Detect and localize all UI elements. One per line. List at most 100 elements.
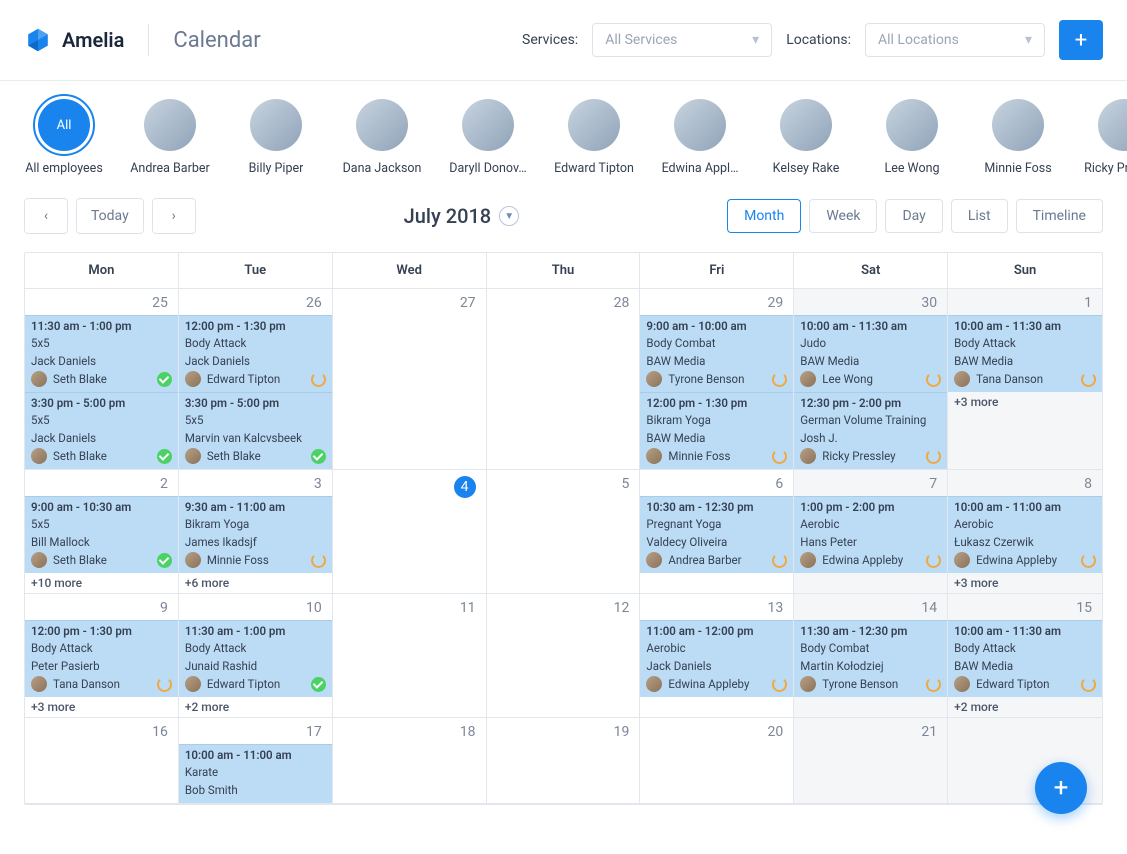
today-button[interactable]: Today — [76, 198, 144, 234]
more-link[interactable]: +3 more — [948, 392, 1102, 412]
calendar-cell[interactable]: 16 — [25, 718, 179, 804]
appointment[interactable]: 10:00 am - 11:30 amBody AttackBAW MediaE… — [948, 620, 1102, 697]
appointment[interactable]: 12:00 pm - 1:30 pmBody AttackPeter Pasie… — [25, 620, 178, 697]
more-link[interactable]: +3 more — [948, 573, 1102, 593]
fab-add-button[interactable]: + — [1035, 762, 1087, 814]
sync-icon — [772, 677, 787, 692]
employee-filter-4[interactable]: Daryll Donov… — [448, 99, 528, 176]
view-week[interactable]: Week — [809, 199, 877, 233]
day-number: 11 — [333, 594, 486, 620]
avatar — [185, 448, 201, 464]
view-day[interactable]: Day — [885, 199, 942, 233]
date-picker-icon[interactable]: ▼ — [499, 206, 519, 226]
appointment[interactable]: 9:00 am - 10:00 amBody CombatBAW MediaTy… — [640, 315, 793, 392]
appointment[interactable]: 9:00 am - 10:30 am5x5Bill MallockSeth Bl… — [25, 496, 178, 573]
calendar-cell[interactable]: 11 — [333, 594, 487, 718]
appointment[interactable]: 10:00 am - 11:00 amAerobicŁukasz Czerwik… — [948, 496, 1102, 573]
calendar-cell[interactable]: 2511:30 am - 1:00 pm5x5Jack DanielsSeth … — [25, 289, 179, 470]
calendar-cell[interactable]: 21 — [794, 718, 948, 804]
avatar — [31, 371, 47, 387]
calendar-cell[interactable]: 1011:30 am - 1:00 pmBody AttackJunaid Ra… — [179, 594, 333, 718]
appointment-service: Karate — [185, 764, 326, 781]
employee-filter-8[interactable]: Lee Wong — [872, 99, 952, 176]
calendar-cell[interactable]: 610:30 am - 12:30 pmPregnant YogaValdecy… — [640, 470, 794, 594]
more-link[interactable]: +6 more — [179, 573, 332, 593]
appointment[interactable]: 11:00 am - 12:00 pmAerobicJack DanielsEd… — [640, 620, 793, 697]
employee-filter-6[interactable]: Edwina Appl… — [660, 99, 740, 176]
appointment-service: Judo — [800, 335, 941, 352]
next-button[interactable]: › — [152, 198, 196, 234]
calendar-cell[interactable]: 912:00 pm - 1:30 pmBody AttackPeter Pasi… — [25, 594, 179, 718]
day-number: 20 — [640, 718, 793, 744]
calendar-cell[interactable]: 4 — [333, 470, 487, 594]
employee-filter-10[interactable]: Ricky Pressley — [1084, 99, 1127, 176]
add-button[interactable]: + — [1059, 20, 1103, 60]
calendar-cell[interactable]: 810:00 am - 11:00 amAerobicŁukasz Czerwi… — [948, 470, 1102, 594]
day-number: 27 — [333, 289, 486, 315]
calendar-cell[interactable]: 299:00 am - 10:00 amBody CombatBAW Media… — [640, 289, 794, 470]
appointment-customer: Peter Pasierb — [31, 658, 172, 675]
employee-name: Edwina Appl… — [662, 161, 739, 176]
appointment-staff: Seth Blake — [53, 371, 107, 388]
day-number: 8 — [948, 470, 1102, 496]
appointment-customer: Marvin van Kalcvsbeek — [185, 430, 326, 447]
appointment[interactable]: 10:00 am - 11:30 amJudoBAW MediaLee Wong — [794, 315, 947, 392]
calendar-cell[interactable]: 1510:00 am - 11:30 amBody AttackBAW Medi… — [948, 594, 1102, 718]
appointment[interactable]: 12:00 pm - 1:30 pmBikram YogaBAW MediaMi… — [640, 392, 793, 469]
more-link[interactable]: +2 more — [179, 697, 332, 717]
appointment[interactable]: 10:30 am - 12:30 pmPregnant YogaValdecy … — [640, 496, 793, 573]
view-list[interactable]: List — [951, 199, 1008, 233]
appointment[interactable]: 3:30 pm - 5:00 pm5x5Jack DanielsSeth Bla… — [25, 392, 178, 469]
calendar-cell[interactable]: 2612:00 pm - 1:30 pmBody AttackJack Dani… — [179, 289, 333, 470]
calendar-cell[interactable]: 18 — [333, 718, 487, 804]
calendar-cell[interactable]: 1411:30 am - 12:30 pmBody CombatMartin K… — [794, 594, 948, 718]
prev-button[interactable]: ‹ — [24, 198, 68, 234]
appointment-customer: Jack Daniels — [185, 353, 326, 370]
more-link[interactable]: +2 more — [948, 697, 1102, 717]
appointment[interactable]: 11:30 am - 12:30 pmBody CombatMartin Koł… — [794, 620, 947, 697]
calendar-cell[interactable]: 29:00 am - 10:30 am5x5Bill MallockSeth B… — [25, 470, 179, 594]
employee-filter-1[interactable]: Andrea Barber — [130, 99, 210, 176]
appointment[interactable]: 10:00 am - 11:00 amKarateBob Smith — [179, 744, 332, 803]
employee-filter-5[interactable]: Edward Tipton — [554, 99, 634, 176]
calendar-cell[interactable]: 110:00 am - 11:30 amBody AttackBAW Media… — [948, 289, 1102, 470]
day-header: Fri — [640, 253, 794, 289]
avatar — [568, 99, 620, 151]
appointment[interactable]: 12:00 pm - 1:30 pmBody AttackJack Daniel… — [179, 315, 332, 392]
calendar-cell[interactable]: 5 — [487, 470, 641, 594]
employee-filter-3[interactable]: Dana Jackson — [342, 99, 422, 176]
employee-name: Lee Wong — [884, 161, 939, 176]
appointment[interactable]: 11:30 am - 1:00 pm5x5Jack DanielsSeth Bl… — [25, 315, 178, 392]
more-link[interactable]: +3 more — [25, 697, 178, 717]
employee-filter-2[interactable]: Billy Piper — [236, 99, 316, 176]
sync-icon — [926, 677, 941, 692]
employee-filter-7[interactable]: Kelsey Rake — [766, 99, 846, 176]
calendar-cell[interactable]: 27 — [333, 289, 487, 470]
employee-filter-9[interactable]: Minnie Foss — [978, 99, 1058, 176]
appointment[interactable]: 11:30 am - 1:00 pmBody AttackJunaid Rash… — [179, 620, 332, 697]
calendar-cell[interactable]: 3010:00 am - 11:30 amJudoBAW MediaLee Wo… — [794, 289, 948, 470]
calendar-cell[interactable]: 71:00 pm - 2:00 pmAerobicHans PeterEdwin… — [794, 470, 948, 594]
locations-select[interactable]: All Locations ▾ — [865, 23, 1045, 57]
avatar — [646, 552, 662, 568]
services-select[interactable]: All Services ▾ — [592, 23, 772, 57]
employee-filter-all[interactable]: AllAll employees — [24, 99, 104, 176]
view-timeline[interactable]: Timeline — [1016, 199, 1103, 233]
view-month[interactable]: Month — [727, 199, 801, 233]
appointment[interactable]: 12:30 pm - 2:00 pmGerman Volume Training… — [794, 392, 947, 469]
appointment[interactable]: 9:30 am - 11:00 amBikram YogaJames Ikads… — [179, 496, 332, 573]
calendar-cell[interactable]: 39:30 am - 11:00 amBikram YogaJames Ikad… — [179, 470, 333, 594]
day-header: Thu — [487, 253, 641, 289]
calendar-cell[interactable]: 1311:00 am - 12:00 pmAerobicJack Daniels… — [640, 594, 794, 718]
calendar-cell[interactable]: 12 — [487, 594, 641, 718]
calendar-cell[interactable]: 1710:00 am - 11:00 amKarateBob Smith — [179, 718, 333, 804]
appointment[interactable]: 1:00 pm - 2:00 pmAerobicHans PeterEdwina… — [794, 496, 947, 573]
appointment[interactable]: 10:00 am - 11:30 amBody AttackBAW MediaT… — [948, 315, 1102, 392]
calendar-cell[interactable]: 28 — [487, 289, 641, 470]
appointment-time: 1:00 pm - 2:00 pm — [800, 499, 941, 516]
calendar-cell[interactable]: 20 — [640, 718, 794, 804]
brand-logo[interactable]: Amelia — [24, 26, 124, 54]
calendar-cell[interactable]: 19 — [487, 718, 641, 804]
appointment[interactable]: 3:30 pm - 5:00 pm5x5Marvin van Kalcvsbee… — [179, 392, 332, 469]
more-link[interactable]: +10 more — [25, 573, 178, 593]
